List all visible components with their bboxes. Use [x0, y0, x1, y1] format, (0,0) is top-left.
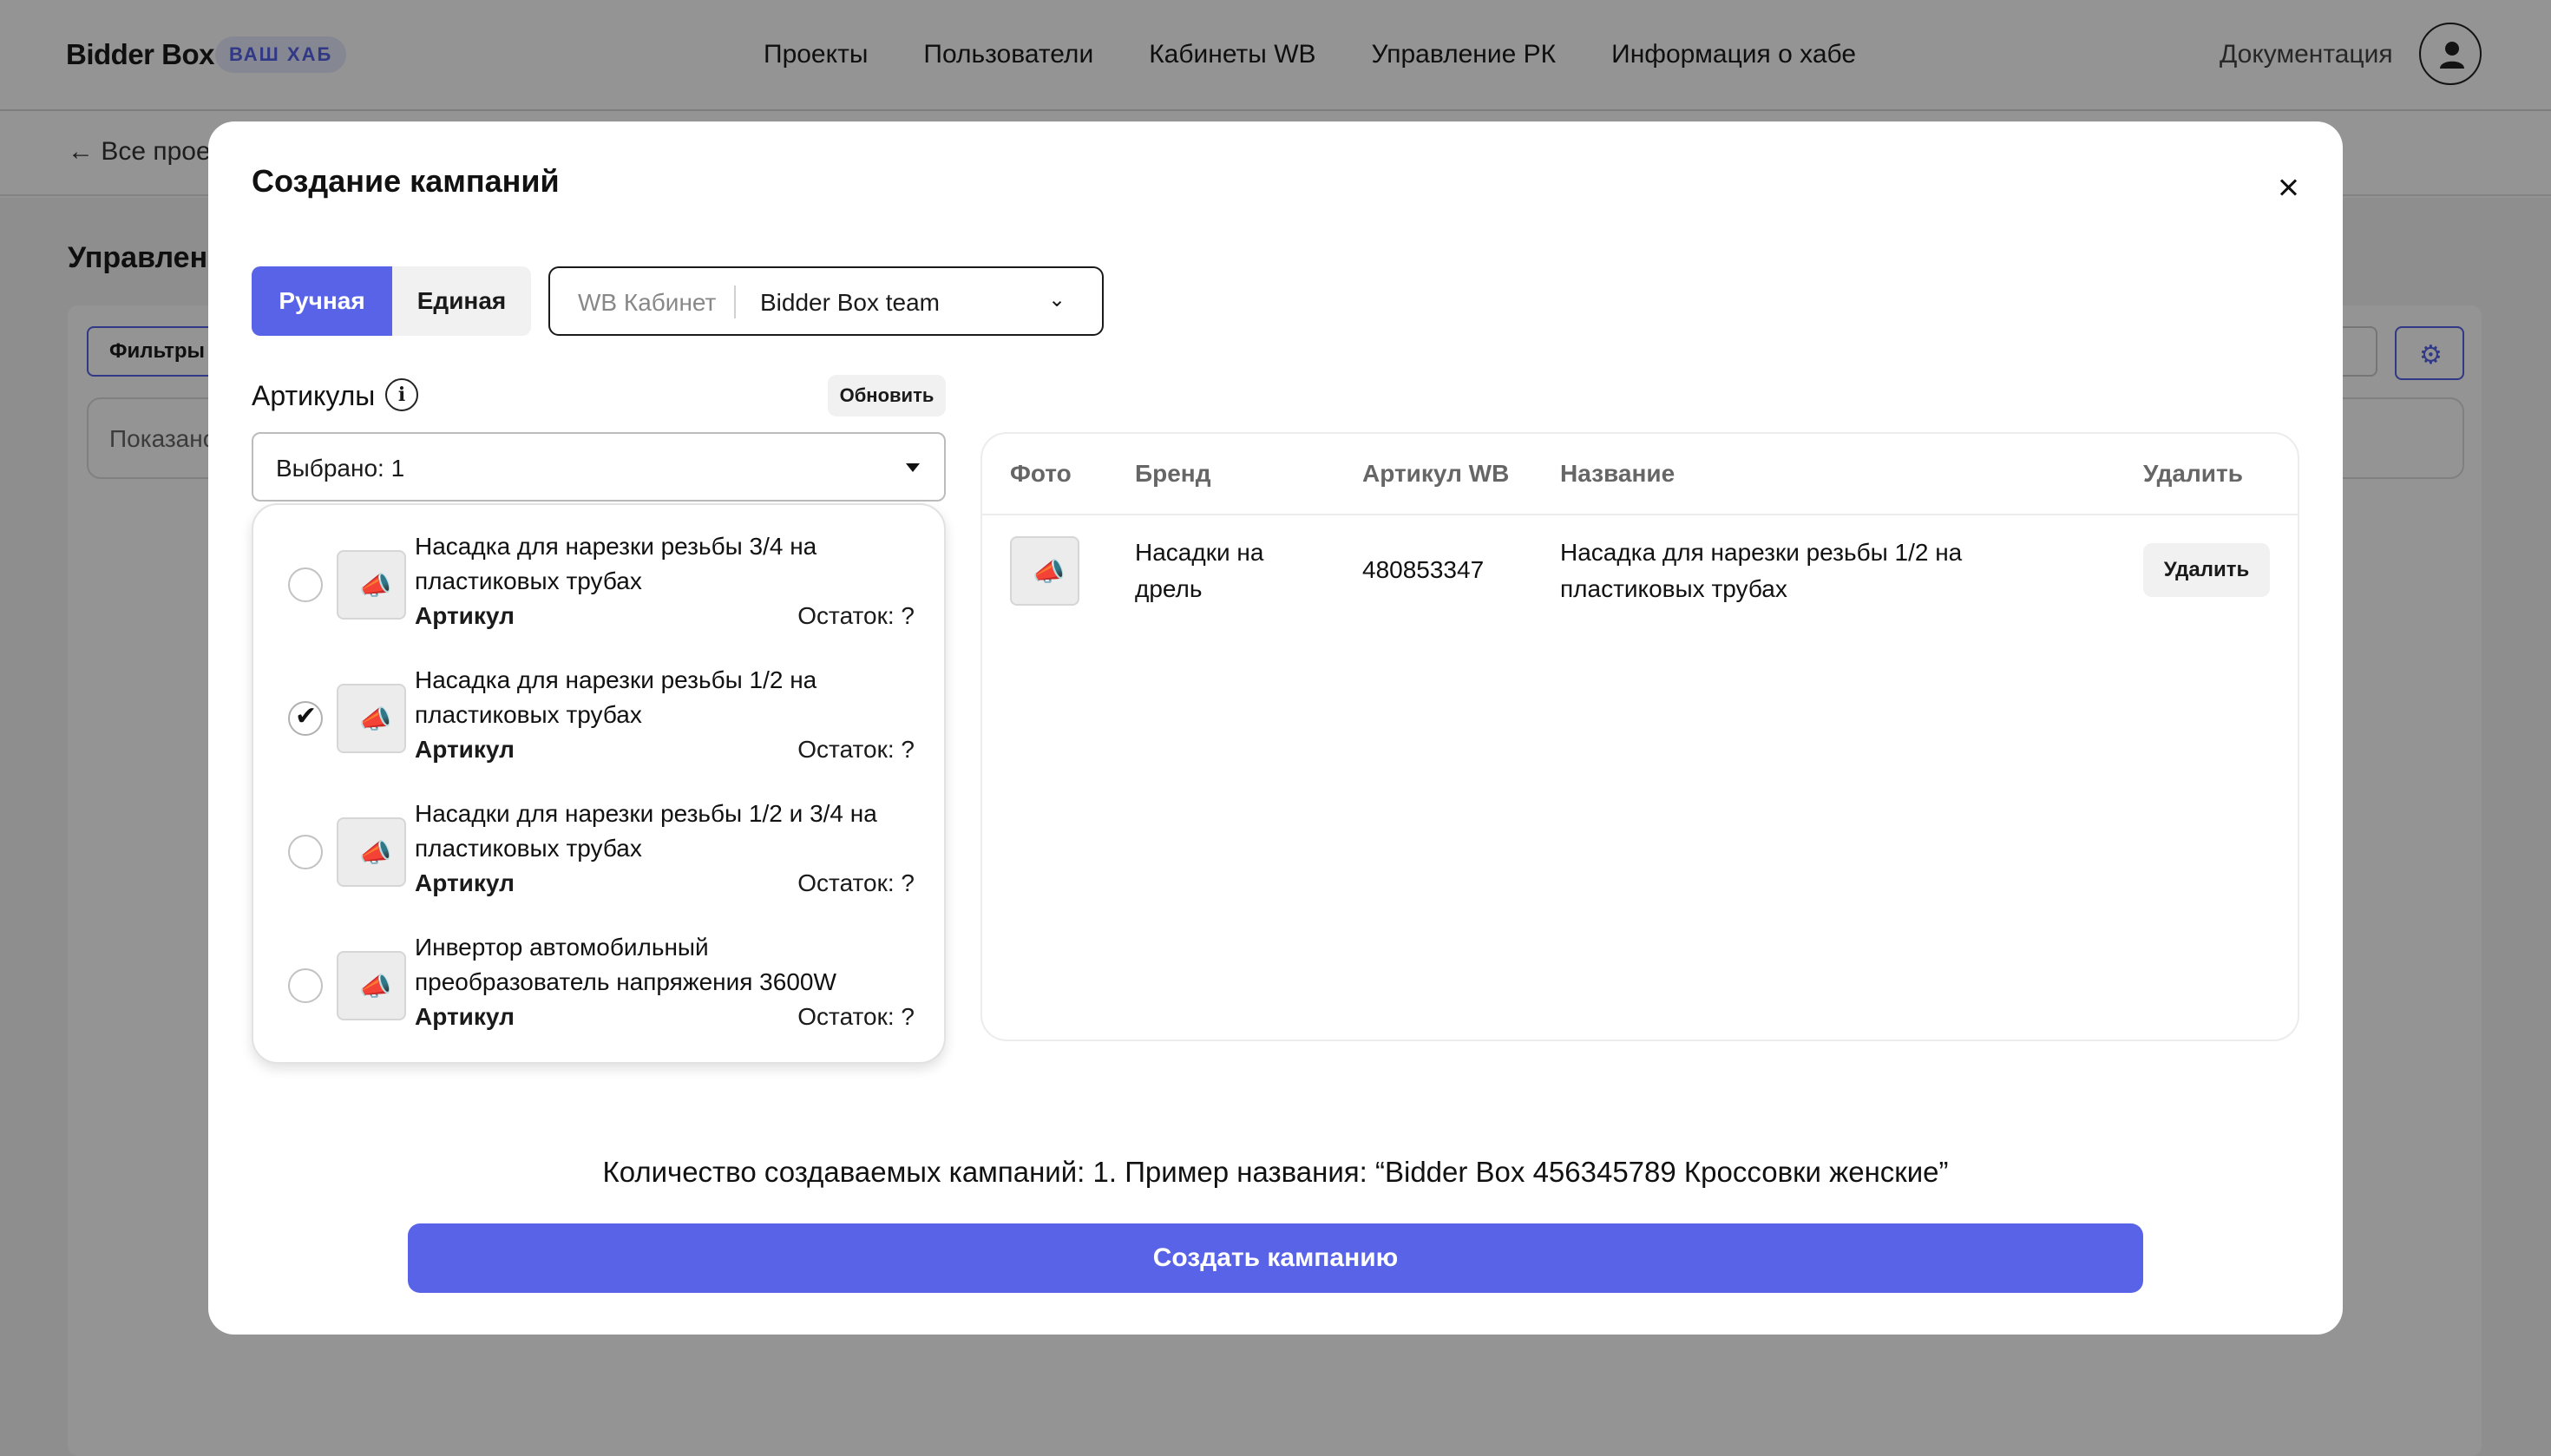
caret-down-icon: [906, 463, 920, 472]
divider: [734, 285, 736, 318]
articles-label: Артикулы: [252, 380, 376, 411]
cabinet-select[interactable]: WB Кабинет Bidder Box team ⌄: [548, 266, 1104, 336]
product-thumbnail: 📣: [337, 817, 406, 887]
mode-toggle: Ручная Единая: [252, 266, 531, 336]
stock-text: Остаток: ?: [797, 736, 915, 763]
close-icon[interactable]: [2268, 167, 2310, 208]
column-header-photo: Фото: [1010, 460, 1072, 487]
product-name: Насадка для нарезки резьбы 3/4 на пласти…: [415, 533, 817, 594]
checkbox-checked[interactable]: [288, 701, 323, 736]
tab-unified[interactable]: Единая: [392, 266, 531, 336]
product-name: Инвертор автомобильный преобразователь н…: [415, 934, 836, 995]
cell-brand: Насадки на дрель: [1135, 539, 1264, 602]
product-name: Насадка для нарезки резьбы 1/2 на пласти…: [415, 666, 817, 728]
article-label: Артикул: [415, 1003, 515, 1030]
column-header-delete: Удалить: [2143, 460, 2243, 487]
column-header-name: Название: [1560, 460, 1676, 487]
megaphone-icon: 📣: [359, 705, 392, 734]
megaphone-icon: 📣: [359, 572, 392, 600]
checkbox[interactable]: [288, 968, 323, 1003]
chevron-down-icon: ⌄: [1048, 288, 1066, 312]
stock-text: Остаток: ?: [797, 602, 915, 629]
list-item[interactable]: 📣 Насадки для нарезки резьбы 1/2 и 3/4 н…: [253, 772, 948, 906]
cell-name: Насадка для нарезки резьбы 1/2 на пласти…: [1560, 539, 1963, 602]
list-item[interactable]: 📣 Насадка для нарезки резьбы 1/2 на плас…: [253, 639, 948, 772]
selected-articles-table: Фото Бренд Артикул WB Название Удалить 📣…: [980, 432, 2299, 1041]
create-campaign-button[interactable]: Создать кампанию: [408, 1223, 2143, 1293]
cell-article: 480853347: [1362, 556, 1485, 583]
megaphone-icon: 📣: [359, 973, 392, 1001]
cabinet-select-label: WB Кабинет: [578, 289, 717, 316]
create-campaigns-modal: Создание кампаний Ручная Единая WB Кабин…: [208, 121, 2343, 1335]
product-thumbnail: 📣: [337, 550, 406, 620]
list-item[interactable]: 📣 Насадка для нарезки резьбы 3/4 на плас…: [253, 505, 948, 639]
stock-text: Остаток: ?: [797, 869, 915, 896]
articles-select-value: Выбрано: 1: [276, 455, 405, 482]
article-label: Артикул: [415, 736, 515, 763]
articles-dropdown: 📣 Насадка для нарезки резьбы 3/4 на плас…: [252, 503, 946, 1064]
stock-text: Остаток: ?: [797, 1003, 915, 1030]
checkbox[interactable]: [288, 567, 323, 602]
summary-text: Количество создаваемых кампаний: 1. Прим…: [602, 1156, 1949, 1188]
product-thumbnail: 📣: [1010, 536, 1079, 606]
article-label: Артикул: [415, 602, 515, 629]
megaphone-icon: 📣: [359, 839, 392, 868]
product-name: Насадки для нарезки резьбы 1/2 и 3/4 на …: [415, 800, 877, 862]
articles-select[interactable]: Выбрано: 1: [252, 432, 946, 502]
cabinet-select-value: Bidder Box team: [760, 289, 940, 316]
column-header-brand: Бренд: [1135, 460, 1211, 487]
column-header-article: Артикул WB: [1362, 460, 1510, 487]
megaphone-icon: 📣: [1033, 558, 1066, 587]
checkbox[interactable]: [288, 835, 323, 869]
delete-button[interactable]: Удалить: [2143, 543, 2270, 597]
list-item[interactable]: 📣 Инвертор автомобильный преобразователь…: [253, 906, 948, 1040]
refresh-button[interactable]: Обновить: [828, 375, 946, 416]
product-thumbnail: 📣: [337, 684, 406, 753]
table-header: Фото Бренд Артикул WB Название Удалить: [982, 434, 2298, 515]
article-label: Артикул: [415, 869, 515, 896]
modal-title: Создание кампаний: [252, 163, 560, 199]
info-icon[interactable]: i: [385, 378, 418, 411]
product-thumbnail: 📣: [337, 951, 406, 1020]
tab-manual[interactable]: Ручная: [252, 266, 392, 336]
